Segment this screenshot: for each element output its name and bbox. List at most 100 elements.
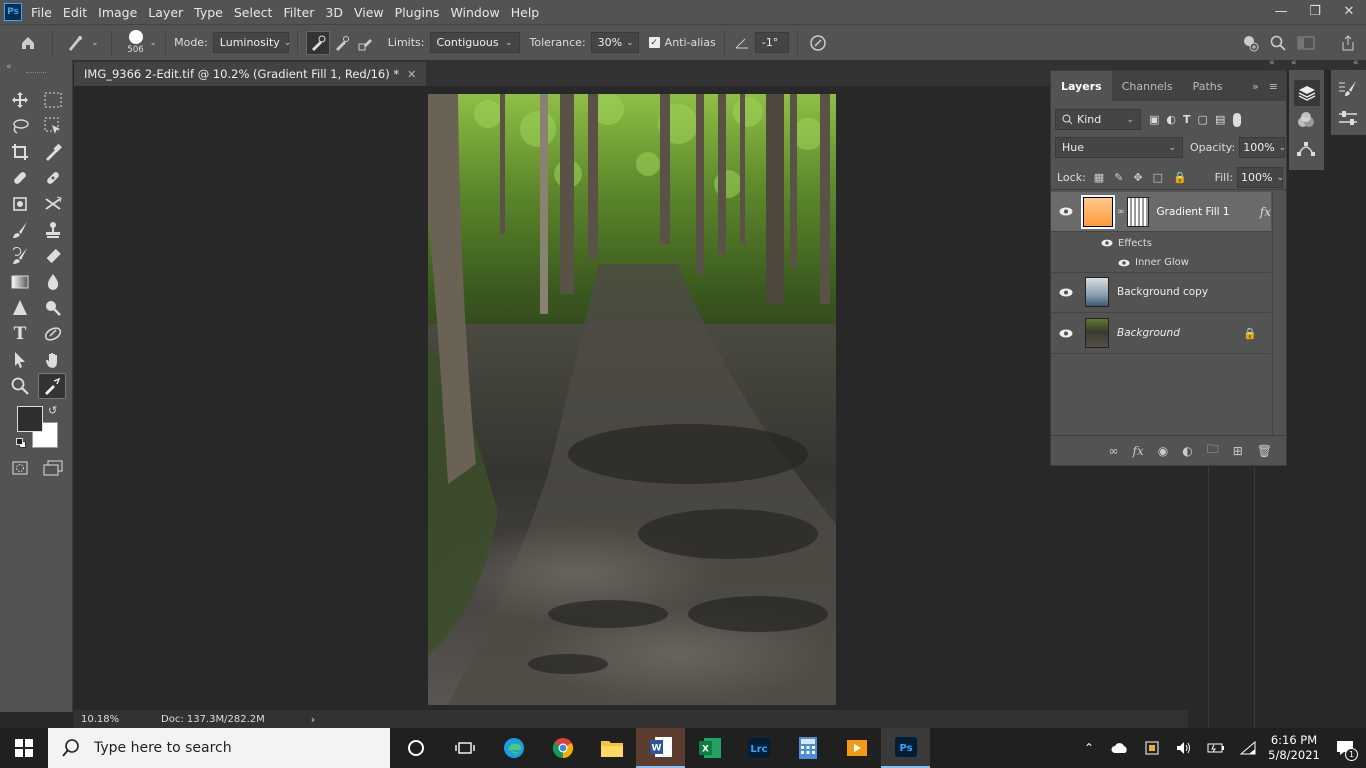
expand-panel-icon[interactable]: » bbox=[1246, 71, 1265, 101]
angle-input[interactable]: -1° bbox=[754, 32, 789, 53]
type-tool-icon[interactable]: T bbox=[7, 322, 33, 346]
chevron-down-icon[interactable]: ⌄ bbox=[150, 38, 158, 48]
layers-scrollbar[interactable] bbox=[1272, 191, 1284, 435]
tab-channels[interactable]: Channels bbox=[1112, 71, 1183, 101]
notifications-icon[interactable]: 1 bbox=[1324, 728, 1366, 768]
antialias-checkbox[interactable]: ✓ bbox=[648, 37, 660, 48]
history-brush-tool-icon[interactable] bbox=[7, 244, 33, 268]
lock-image-icon[interactable]: ✎ bbox=[1114, 171, 1123, 184]
sample-once-icon[interactable] bbox=[330, 31, 354, 55]
lasso-tool-icon[interactable] bbox=[7, 114, 33, 138]
panel-menu-icon[interactable]: ≡ bbox=[1265, 71, 1286, 101]
new-group-icon[interactable]: 🗀 bbox=[1207, 440, 1219, 461]
eyedropper-tool-icon[interactable] bbox=[40, 140, 66, 164]
layer-thumbnail[interactable] bbox=[1085, 277, 1109, 307]
tray-chevron-up-icon[interactable]: ⌃ bbox=[1074, 728, 1104, 768]
share-icon[interactable] bbox=[1336, 31, 1360, 55]
lock-position-icon[interactable]: ✥ bbox=[1133, 171, 1142, 184]
clock[interactable]: 6:16 PM 5/8/2021 bbox=[1264, 733, 1324, 763]
layer-name[interactable]: Gradient Fill 1 bbox=[1157, 206, 1260, 218]
swap-colors-icon[interactable]: ↺ bbox=[48, 404, 57, 417]
channels-panel-icon[interactable] bbox=[1297, 112, 1315, 131]
gradient-thumbnail[interactable] bbox=[1081, 194, 1115, 229]
menu-filter[interactable]: Filter bbox=[280, 5, 322, 20]
crop-tool-icon[interactable] bbox=[7, 140, 33, 164]
chevron-down-icon[interactable]: ⌄ bbox=[91, 38, 99, 48]
menu-select[interactable]: Select bbox=[231, 5, 281, 20]
screen-mode-icon[interactable] bbox=[40, 456, 66, 480]
layer-name[interactable]: Background copy bbox=[1117, 286, 1208, 298]
share-user-icon[interactable] bbox=[1238, 31, 1262, 55]
sample-continuous-icon[interactable] bbox=[305, 30, 330, 55]
brush-settings-icon[interactable] bbox=[1338, 80, 1358, 101]
menu-file[interactable]: File bbox=[28, 5, 60, 20]
pressure-icon[interactable] bbox=[806, 31, 830, 55]
cortana-icon[interactable] bbox=[391, 728, 440, 768]
eraser-tool-icon[interactable] bbox=[40, 244, 66, 268]
onedrive-icon[interactable] bbox=[1104, 728, 1136, 768]
visibility-eye-icon[interactable] bbox=[1051, 288, 1081, 297]
wifi-icon[interactable] bbox=[1232, 728, 1264, 768]
opacity-input[interactable]: 100% ⌄ bbox=[1239, 137, 1286, 158]
paths-panel-icon[interactable] bbox=[1297, 140, 1315, 161]
mode-dropdown[interactable]: Luminosity ⌄ bbox=[212, 32, 291, 53]
layer-row-background-copy[interactable]: Background copy bbox=[1051, 272, 1271, 313]
inner-glow-visibility-eye-icon[interactable] bbox=[1118, 259, 1130, 267]
menu-type[interactable]: Type bbox=[191, 5, 231, 20]
restore-icon[interactable]: ❐ bbox=[1298, 0, 1332, 22]
path-selection-tool-icon[interactable] bbox=[7, 348, 33, 372]
task-view-icon[interactable] bbox=[440, 728, 489, 768]
lightroom-classic-icon[interactable]: Lrc bbox=[734, 728, 783, 768]
volume-icon[interactable] bbox=[1168, 728, 1200, 768]
quick-mask-icon[interactable] bbox=[7, 456, 33, 480]
move-tool-icon[interactable] bbox=[7, 88, 33, 112]
content-aware-move-icon[interactable] bbox=[40, 192, 66, 216]
marquee-tool-icon[interactable] bbox=[40, 88, 66, 112]
filter-shape-icon[interactable]: ▢ bbox=[1198, 113, 1208, 126]
pen-tool-icon[interactable] bbox=[40, 322, 66, 346]
patch-tool-icon[interactable] bbox=[7, 192, 33, 216]
filter-smart-object-icon[interactable]: ▤ bbox=[1215, 113, 1225, 126]
file-explorer-icon[interactable] bbox=[587, 728, 636, 768]
tab-layers[interactable]: Layers bbox=[1051, 71, 1112, 101]
blend-mode-dropdown[interactable]: Hue ⌄ bbox=[1055, 137, 1183, 158]
foreground-color-swatch[interactable] bbox=[17, 406, 43, 432]
filter-toggle[interactable] bbox=[1233, 112, 1242, 127]
workspace-icon[interactable] bbox=[1294, 31, 1318, 55]
close-tab-icon[interactable]: ✕ bbox=[407, 68, 416, 81]
effect-row-inner-glow[interactable]: Inner Glow bbox=[1051, 253, 1271, 273]
chevron-right-icon[interactable]: › bbox=[311, 713, 315, 726]
add-mask-icon[interactable]: ◉ bbox=[1158, 444, 1168, 458]
sponge-tool-icon[interactable] bbox=[40, 296, 66, 320]
visibility-eye-icon[interactable] bbox=[1051, 207, 1081, 216]
video-player-icon[interactable] bbox=[832, 728, 881, 768]
adjustment-layer-icon[interactable]: ◐ bbox=[1182, 444, 1192, 458]
menu-plugins[interactable]: Plugins bbox=[392, 5, 448, 20]
filter-type-icon[interactable]: T bbox=[1183, 113, 1191, 126]
layer-thumbnail[interactable] bbox=[1085, 318, 1109, 348]
edge-icon[interactable] bbox=[489, 728, 538, 768]
new-layer-icon[interactable]: ⊞ bbox=[1233, 444, 1243, 458]
menu-image[interactable]: Image bbox=[95, 5, 145, 20]
spot-healing-tool-icon[interactable] bbox=[7, 166, 33, 190]
object-selection-tool-icon[interactable] bbox=[40, 114, 66, 138]
filter-kind-dropdown[interactable]: Kind ⌄ bbox=[1055, 109, 1141, 130]
add-style-icon[interactable]: fx bbox=[1133, 444, 1144, 458]
clone-stamp-tool-icon[interactable] bbox=[40, 218, 66, 242]
link-layers-icon[interactable]: ∞ bbox=[1109, 444, 1119, 458]
lock-all-icon[interactable]: 🔒 bbox=[1173, 171, 1187, 184]
collapse-panels-icon[interactable]: « bbox=[1353, 58, 1359, 68]
fill-input[interactable]: 100% ⌄ bbox=[1237, 167, 1284, 188]
layer-mask-thumbnail[interactable] bbox=[1126, 196, 1149, 227]
properties-icon[interactable] bbox=[1338, 110, 1358, 129]
tolerance-input[interactable]: 30% ⌄ bbox=[590, 32, 639, 53]
brush-tool-icon[interactable] bbox=[7, 218, 33, 242]
lock-transparent-icon[interactable]: ▦ bbox=[1094, 171, 1104, 184]
windows-start-icon[interactable] bbox=[0, 728, 48, 768]
layer-name[interactable]: Background bbox=[1117, 327, 1243, 339]
home-icon[interactable] bbox=[14, 31, 42, 55]
tab-paths[interactable]: Paths bbox=[1183, 71, 1233, 101]
dodge-tool-icon[interactable] bbox=[7, 296, 33, 320]
menu-3d[interactable]: 3D bbox=[322, 5, 351, 20]
chrome-icon[interactable] bbox=[538, 728, 587, 768]
